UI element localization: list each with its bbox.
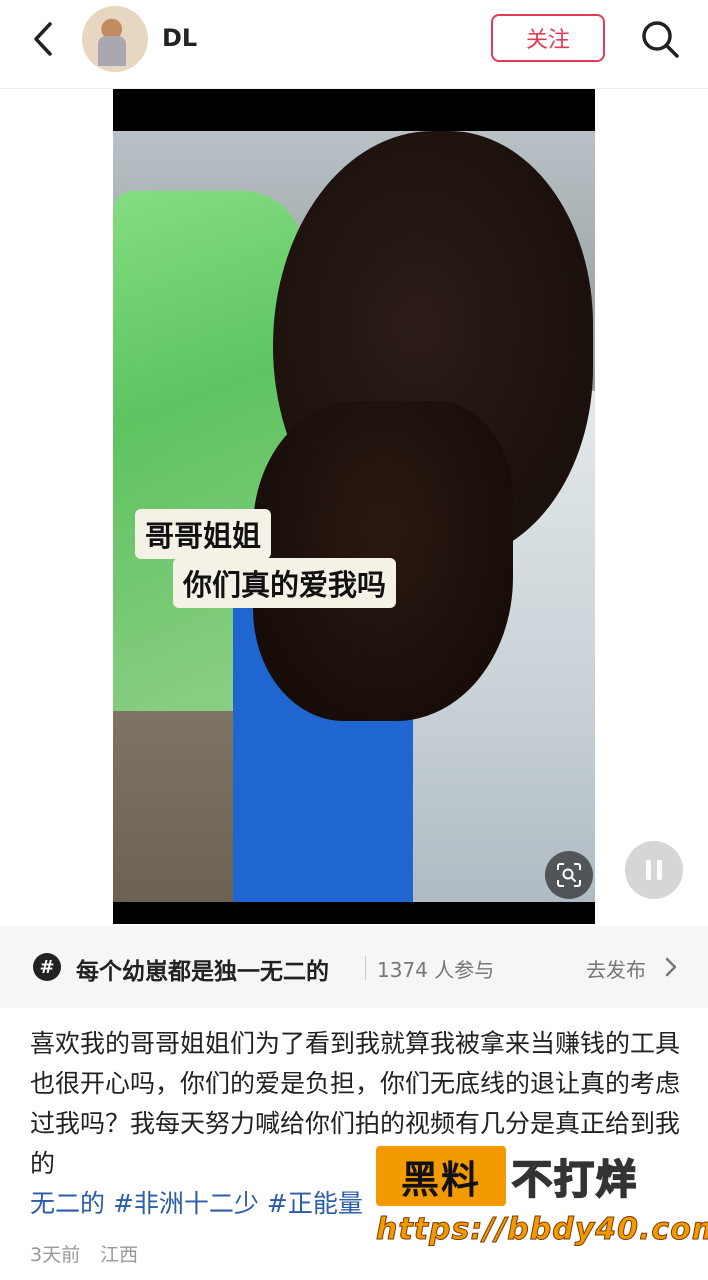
hashtag-link[interactable]: 无二的 bbox=[30, 1189, 105, 1218]
post-meta: 3天前 江西 bbox=[30, 1240, 152, 1267]
watermark-url: https://bbdy40.com bbox=[375, 1212, 708, 1248]
video-caption-line1: 哥哥姐姐 bbox=[135, 509, 272, 559]
hashtag-icon: # bbox=[33, 953, 61, 981]
post-location: 江西 bbox=[100, 1244, 139, 1266]
go-publish-link[interactable]: 去发布 bbox=[586, 954, 646, 983]
post-time: 3天前 bbox=[30, 1244, 81, 1266]
chevron-right-icon[interactable] bbox=[664, 956, 678, 978]
hashtag-link[interactable]: #非洲十二少 bbox=[113, 1189, 259, 1218]
top-bar: DL 关注 bbox=[0, 0, 708, 89]
avatar[interactable] bbox=[82, 6, 148, 72]
pause-button[interactable] bbox=[625, 841, 683, 899]
video-caption-line2: 你们真的爱我吗 bbox=[173, 558, 397, 608]
username[interactable]: DL bbox=[162, 24, 197, 52]
search-icon[interactable] bbox=[640, 19, 680, 59]
watermark-logo: 黑料 bbox=[376, 1146, 506, 1206]
topic-title: 每个幼崽都是独一无二的 bbox=[76, 959, 329, 985]
topic-bar[interactable]: # 每个幼崽都是独一无二的 1374 人参与 去发布 bbox=[0, 926, 708, 1008]
scan-search-button[interactable] bbox=[545, 851, 593, 899]
divider bbox=[365, 956, 366, 980]
scan-search-icon bbox=[557, 863, 581, 887]
hashtag-link[interactable]: #正能量 bbox=[267, 1189, 363, 1218]
follow-button[interactable]: 关注 bbox=[491, 14, 605, 62]
video-player[interactable]: 哥哥姐姐 你们真的爱我吗 bbox=[113, 89, 595, 924]
watermark-text: 不打烊 bbox=[511, 1156, 638, 1204]
video-frame: 哥哥姐姐 你们真的爱我吗 bbox=[113, 131, 595, 902]
back-chevron-icon[interactable] bbox=[26, 20, 60, 58]
watermark: 黑料 不打烊 https://bbdy40.com bbox=[375, 1146, 708, 1256]
topic-participants: 1374 人参与 bbox=[377, 958, 495, 982]
pause-icon bbox=[646, 860, 651, 880]
